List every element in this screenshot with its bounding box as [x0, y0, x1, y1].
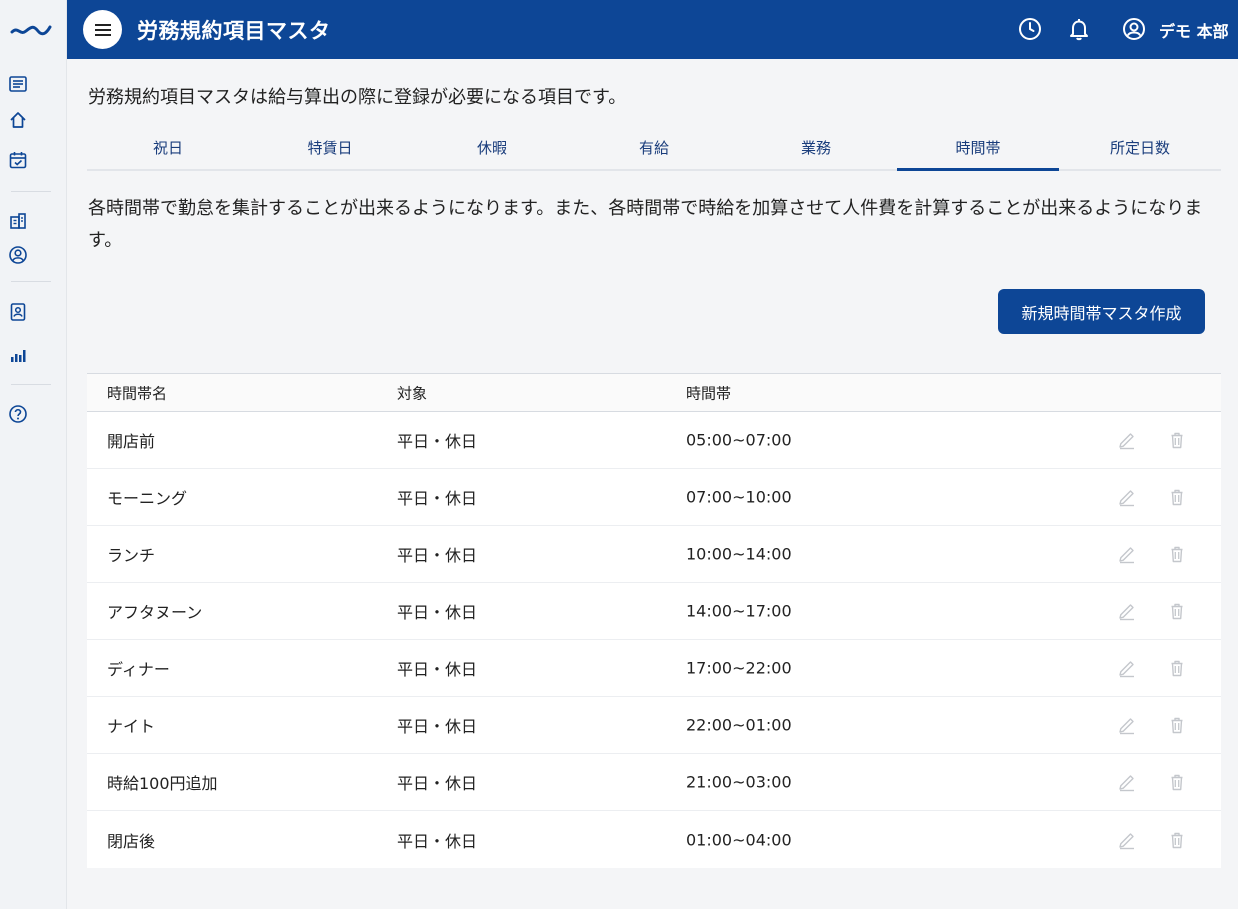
time-slot-name: 時給100円追加 — [107, 774, 218, 793]
time-slot-table: 時間帯名 対象 時間帯 開店前 平日・休日 05:00~07:00 モーニング 平日・休… — [87, 373, 1221, 868]
edit-icon[interactable] — [1116, 600, 1138, 622]
tab-scheduled-days[interactable]: 所定日数 — [1059, 128, 1221, 169]
tab-holidays[interactable]: 祝日 — [87, 128, 249, 169]
time-slot-target: 平日・休日 — [397, 546, 478, 565]
delete-icon[interactable] — [1166, 657, 1188, 679]
time-slot-name: ナイト — [107, 717, 156, 736]
time-slot-range: 01:00~04:00 — [686, 830, 792, 849]
building-icon[interactable] — [7, 210, 29, 232]
edit-icon[interactable] — [1116, 771, 1138, 793]
logo[interactable] — [10, 14, 52, 44]
bar-chart-icon[interactable] — [7, 344, 29, 366]
list-icon[interactable] — [7, 73, 29, 95]
tab-leave[interactable]: 休暇 — [411, 128, 573, 169]
app-header: 労務規約項目マスタ デモ 本部 — [67, 0, 1238, 59]
column-header-time: 時間帯 — [686, 384, 732, 402]
delete-icon[interactable] — [1166, 714, 1188, 736]
user-circle-icon[interactable] — [7, 244, 29, 266]
time-slot-name: ディナー — [107, 660, 170, 679]
edit-icon[interactable] — [1116, 829, 1138, 851]
tab-work[interactable]: 業務 — [735, 128, 897, 169]
edit-icon[interactable] — [1116, 429, 1138, 451]
calendar-check-icon[interactable] — [7, 149, 29, 171]
edit-icon[interactable] — [1116, 543, 1138, 565]
menu-button[interactable] — [83, 10, 122, 49]
table-body: 開店前 平日・休日 05:00~07:00 モーニング 平日・休日 07:00~10:00… — [87, 412, 1221, 868]
delete-icon[interactable] — [1166, 543, 1188, 565]
tab-bar: 祝日 特賃日 休暇 有給 業務 時間帯 所定日数 — [87, 128, 1221, 171]
table-row: 閉店後 平日・休日 01:00~04:00 — [87, 811, 1221, 868]
table-header: 時間帯名 対象 時間帯 — [87, 374, 1221, 412]
edit-icon[interactable] — [1116, 657, 1138, 679]
time-slot-range: 05:00~07:00 — [686, 430, 792, 450]
tab-time-slots[interactable]: 時間帯 — [897, 128, 1059, 171]
table-row: モーニング 平日・休日 07:00~10:00 — [87, 469, 1221, 526]
table-row: 時給100円追加 平日・休日 21:00~03:00 — [87, 754, 1221, 811]
time-slot-target: 平日・休日 — [397, 831, 478, 851]
delete-icon[interactable] — [1166, 486, 1188, 508]
edit-icon[interactable] — [1116, 486, 1138, 508]
time-slot-name: ランチ — [107, 546, 156, 565]
time-slot-target: 平日・休日 — [397, 432, 478, 451]
table-row: アフタヌーン 平日・休日 14:00~17:00 — [87, 583, 1221, 640]
sidebar-divider — [11, 281, 51, 282]
bell-icon[interactable] — [1066, 16, 1092, 42]
time-slot-range: 21:00~03:00 — [686, 772, 792, 792]
table-row: ランチ 平日・休日 10:00~14:00 — [87, 526, 1221, 583]
delete-icon[interactable] — [1166, 829, 1188, 851]
time-slot-target: 平日・休日 — [397, 774, 478, 793]
time-slot-range: 07:00~10:00 — [686, 487, 792, 507]
time-slot-name: 開店前 — [107, 432, 156, 451]
time-slot-target: 平日・休日 — [397, 717, 478, 736]
home-icon[interactable] — [7, 109, 29, 131]
sidebar-divider — [11, 191, 51, 192]
time-slot-range: 22:00~01:00 — [686, 715, 792, 735]
delete-icon[interactable] — [1166, 771, 1188, 793]
time-slot-target: 平日・休日 — [397, 660, 478, 679]
edit-icon[interactable] — [1116, 714, 1138, 736]
sidebar — [0, 0, 67, 909]
delete-icon[interactable] — [1166, 429, 1188, 451]
table-row: 開店前 平日・休日 05:00~07:00 — [87, 412, 1221, 469]
time-slot-range: 10:00~14:00 — [686, 544, 792, 564]
section-description: 各時間帯で勤怠を集計することが出来るようになります。また、各時間帯で時給を加算さ… — [88, 198, 1203, 251]
page-description: 労務規約項目マスタは給与算出の際に登録が必要になる項目です。 — [88, 87, 627, 108]
time-slot-name: アフタヌーン — [107, 603, 203, 622]
tab-paid-leave[interactable]: 有給 — [573, 128, 735, 169]
time-slot-name: 閉店後 — [107, 831, 156, 851]
time-slot-target: 平日・休日 — [397, 603, 478, 622]
column-header-target: 対象 — [397, 384, 428, 402]
time-slot-target: 平日・休日 — [397, 489, 478, 508]
table-row: ナイト 平日・休日 22:00~01:00 — [87, 697, 1221, 754]
clock-icon[interactable] — [1017, 16, 1043, 42]
table-row: ディナー 平日・休日 17:00~22:00 — [87, 640, 1221, 697]
time-slot-name: モーニング — [107, 489, 188, 508]
help-icon[interactable] — [7, 403, 29, 425]
hamburger-icon — [94, 23, 111, 36]
user-name[interactable]: デモ 本部 — [1159, 18, 1229, 42]
id-badge-icon[interactable] — [7, 301, 29, 323]
delete-icon[interactable] — [1166, 600, 1188, 622]
tab-special-wage-days[interactable]: 特賃日 — [249, 128, 411, 169]
page-title: 労務規約項目マスタ — [137, 19, 331, 43]
create-time-slot-button[interactable]: 新規時間帯マスタ作成 — [998, 289, 1205, 334]
time-slot-range: 14:00~17:00 — [686, 601, 792, 621]
time-slot-range: 17:00~22:00 — [686, 658, 792, 678]
sidebar-divider — [11, 384, 51, 385]
column-header-name: 時間帯名 — [107, 384, 168, 402]
user-icon[interactable] — [1121, 16, 1147, 42]
